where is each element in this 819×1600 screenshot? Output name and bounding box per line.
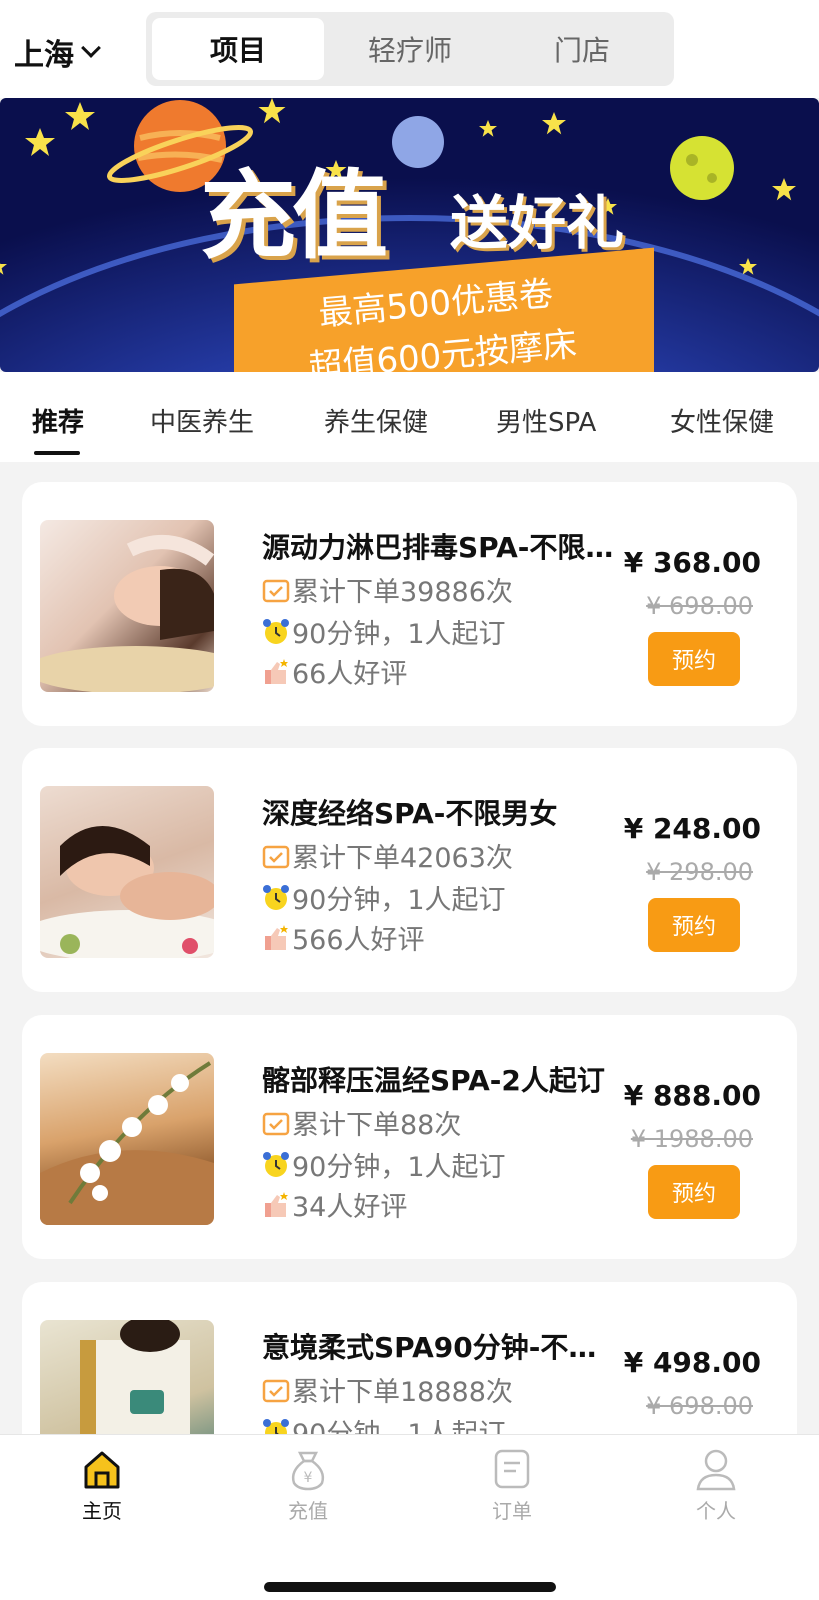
product-price: ¥ 368.00: [623, 546, 761, 579]
banner-subtitle: 送好礼: [450, 189, 625, 257]
person-icon: [696, 1449, 736, 1491]
segment-control: 项目 轻疗师 门店: [146, 12, 674, 86]
reviews-text: 566人好评: [292, 925, 425, 956]
calendar-check-icon: [262, 845, 290, 868]
category-male-spa[interactable]: 男性SPA: [496, 402, 596, 439]
duration: 90分钟，1人起订: [262, 878, 506, 917]
city-label: 上海: [14, 38, 74, 73]
duration-text: 90分钟，1人起订: [292, 885, 506, 916]
order-count: 累计下单39886次: [262, 570, 513, 609]
star-icon: [25, 128, 55, 156]
tab-recharge[interactable]: ¥ 充值: [248, 1447, 368, 1524]
segment-stores[interactable]: 门店: [496, 18, 668, 80]
duration-text: 90分钟，1人起订: [292, 1152, 506, 1183]
tab-orders[interactable]: 订单: [452, 1447, 572, 1524]
product-card[interactable]: 深度经络SPA-不限男女 累计下单42063次 90分钟，1人起订 566人好评…: [22, 748, 797, 992]
thumbs-up-icon: [265, 924, 288, 950]
banner-title: 充值: [200, 160, 388, 272]
product-name: 意境柔式SPA90分钟-不限男女: [262, 1331, 622, 1364]
original-price: ¥ 698.00: [646, 592, 753, 620]
promo-banner[interactable]: 充值 送好礼 最高500优惠卷 超值600元按摩床: [0, 98, 819, 372]
product-name: 深度经络SPA-不限男女: [262, 797, 558, 830]
moon-icon: [392, 116, 444, 168]
order-count: 累计下单88次: [262, 1103, 461, 1142]
order-icon: [494, 1449, 530, 1489]
order-count-text: 累计下单39886次: [292, 577, 513, 608]
original-price: ¥ 298.00: [646, 858, 753, 886]
tab-home[interactable]: 主页: [42, 1447, 162, 1524]
active-tab-indicator: [34, 451, 80, 455]
reviews: 66人好评: [262, 652, 407, 691]
reviews-text: 66人好评: [292, 659, 408, 690]
category-recommended[interactable]: 推荐: [32, 402, 84, 439]
order-count-text: 累计下单42063次: [292, 843, 513, 874]
product-name: 源动力淋巴排毒SPA-不限男女: [262, 531, 622, 564]
book-button[interactable]: 预约: [648, 1165, 740, 1219]
order-count: 累计下单18888次: [262, 1370, 513, 1409]
svg-text:¥: ¥: [304, 1470, 313, 1486]
product-image: [40, 786, 214, 958]
book-button[interactable]: 预约: [648, 632, 740, 686]
money-bag-icon: ¥: [291, 1451, 325, 1491]
order-count: 累计下单42063次: [262, 836, 513, 875]
star-icon: [542, 112, 566, 135]
product-image: [40, 520, 214, 692]
segment-therapists[interactable]: 轻疗师: [324, 18, 496, 80]
category-female[interactable]: 女性保健: [670, 402, 774, 439]
chevron-down-icon: [81, 38, 101, 58]
original-price: ¥ 1988.00: [630, 1125, 753, 1153]
star-icon: [739, 258, 757, 275]
product-card[interactable]: 髂部释压温经SPA-2人起订 累计下单88次 90分钟，1人起订 34人好评 ¥…: [22, 1015, 797, 1259]
tab-profile[interactable]: 个人: [656, 1447, 776, 1524]
tab-label: 订单: [492, 1499, 532, 1523]
reviews-text: 34人好评: [292, 1192, 408, 1223]
calendar-check-icon: [262, 1379, 290, 1402]
product-image: [40, 1053, 214, 1225]
star-icon: [479, 120, 497, 137]
alarm-clock-icon: [263, 884, 289, 910]
alarm-clock-icon: [263, 1151, 289, 1177]
top-header: 上海 项目 轻疗师 门店: [0, 0, 819, 98]
alarm-clock-icon: [263, 618, 289, 644]
duration: 90分钟，1人起订: [262, 1145, 506, 1184]
category-tcm[interactable]: 中医养生: [150, 402, 254, 439]
reviews: 34人好评: [262, 1185, 407, 1224]
tab-label: 个人: [696, 1499, 736, 1523]
calendar-check-icon: [262, 579, 290, 602]
tab-label: 主页: [82, 1499, 122, 1523]
original-price: ¥ 698.00: [646, 1392, 753, 1420]
thumbs-up-icon: [265, 1191, 288, 1217]
star-icon: [0, 262, 8, 275]
product-price: ¥ 888.00: [623, 1079, 761, 1112]
calendar-check-icon: [262, 1112, 290, 1135]
order-count-text: 累计下单18888次: [292, 1377, 513, 1408]
product-name: 髂部释压温经SPA-2人起订: [262, 1064, 605, 1097]
segment-projects[interactable]: 项目: [152, 18, 324, 80]
home-icon: [84, 1451, 120, 1489]
star-icon: [772, 178, 796, 201]
thumbs-up-icon: [265, 658, 288, 684]
planet-icon: [670, 136, 734, 200]
product-price: ¥ 498.00: [623, 1346, 761, 1379]
product-price: ¥ 248.00: [623, 812, 761, 845]
category-tabs: 推荐 中医养生 养生保健 男性SPA 女性保健: [0, 372, 819, 462]
city-selector[interactable]: 上海: [14, 30, 101, 74]
bottom-tab-bar: 主页 ¥ 充值 订单 个人: [0, 1434, 819, 1600]
star-icon: [65, 102, 95, 130]
order-count-text: 累计下单88次: [292, 1110, 462, 1141]
reviews: 566人好评: [262, 918, 425, 957]
home-indicator: [264, 1582, 556, 1592]
duration: 90分钟，1人起订: [262, 612, 506, 651]
duration-text: 90分钟，1人起订: [292, 619, 506, 650]
product-card[interactable]: 源动力淋巴排毒SPA-不限男女 累计下单39886次 90分钟，1人起订 66人…: [22, 482, 797, 726]
tab-label: 充值: [288, 1499, 328, 1523]
book-button[interactable]: 预约: [648, 898, 740, 952]
star-icon: [258, 98, 286, 124]
category-health[interactable]: 养生保健: [324, 402, 428, 439]
